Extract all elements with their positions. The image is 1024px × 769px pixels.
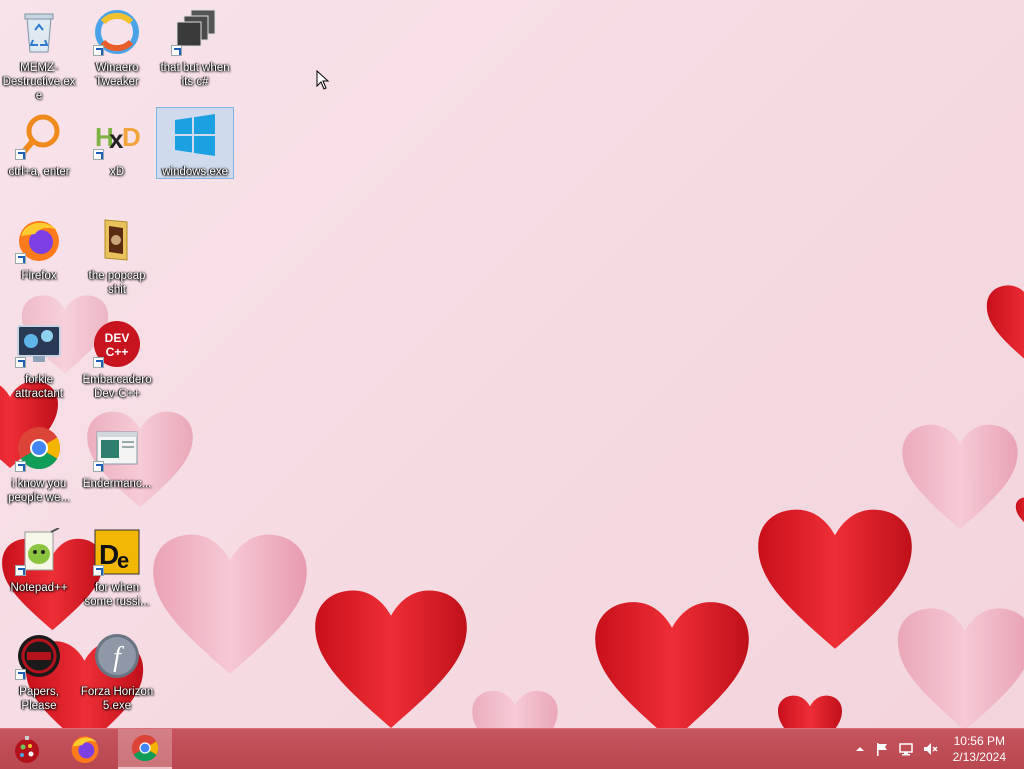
windows-logo-icon xyxy=(171,112,219,160)
desktop-icon-memz[interactable]: MEMZ-Destructive.exe xyxy=(1,4,77,103)
dev-cpp-icon: DEV C++ xyxy=(93,320,141,368)
winaero-tweaker-icon xyxy=(93,8,141,56)
icon-label: ctrl+a, enter xyxy=(8,166,70,178)
chrome-icon xyxy=(131,734,159,762)
ornament-start-icon xyxy=(15,736,39,763)
stacked-windows-icon xyxy=(171,8,219,56)
icon-label: Forza Horizon 5.exe xyxy=(80,686,154,712)
shortcut-arrow-icon xyxy=(93,357,104,368)
recycle-bin-icon xyxy=(15,8,63,56)
icon-label: Papers, Please xyxy=(19,686,59,712)
network-icon[interactable] xyxy=(898,741,914,757)
desktop-icon-firefox[interactable]: Firefox xyxy=(1,212,77,283)
desktop-icon-windows-exe[interactable]: windows.exe xyxy=(156,107,234,179)
clock-time: 10:56 PM xyxy=(953,734,1005,748)
notepad-plus-plus-icon xyxy=(15,527,63,576)
icon-label: windows.exe xyxy=(162,166,228,178)
window-app-icon xyxy=(93,424,141,472)
desktop-icon-popcap[interactable]: the popcap shit xyxy=(79,212,155,297)
start-button[interactable] xyxy=(0,729,54,769)
desktop-icon-winaero-tweaker[interactable]: Winaero Tweaker xyxy=(79,4,155,89)
chevron-up-icon[interactable] xyxy=(852,741,868,757)
desktop[interactable]: MEMZ-Destructive.exe ctrl+a, enter Firef… xyxy=(0,0,1024,728)
computer-settings-icon xyxy=(15,320,63,368)
shortcut-arrow-icon xyxy=(15,461,26,472)
desktop-icon-notepad-plus-plus[interactable]: Notepad++ xyxy=(1,524,77,595)
papers-please-icon xyxy=(15,632,63,680)
taskbar: 10:56 PM 2/13/2024 xyxy=(0,728,1024,769)
firefox-icon xyxy=(71,736,99,763)
icon-label: for when some russi... xyxy=(84,582,150,608)
svg-text:C++: C++ xyxy=(106,345,129,359)
clock-date: 2/13/2024 xyxy=(952,750,1006,764)
svg-text:e: e xyxy=(117,548,129,573)
desktop-icon-that-but-when-its-csharp[interactable]: that but when its c# xyxy=(157,4,233,89)
icon-label: Embarcadero Dev-C++ xyxy=(82,374,152,400)
magnifier-icon xyxy=(15,112,63,160)
shortcut-arrow-icon xyxy=(15,669,26,680)
icon-label: xD xyxy=(109,166,125,178)
flash-icon: f xyxy=(93,632,141,680)
desktop-icon-for-when-some-russi[interactable]: D e for when some russi... xyxy=(79,524,155,609)
desktop-icon-ctrl-a-enter[interactable]: ctrl+a, enter xyxy=(1,108,77,179)
speaker-muted-icon[interactable] xyxy=(922,741,938,757)
shortcut-arrow-icon xyxy=(171,45,182,56)
desktop-icon-chrome-shortcut[interactable]: i know you people we... xyxy=(1,420,77,505)
die-icon: D e xyxy=(93,528,141,576)
desktop-icon-embarcadero-dev-cpp[interactable]: DEV C++ Embarcadero Dev-C++ xyxy=(79,316,155,401)
icon-label: that but when its c# xyxy=(160,62,230,88)
desktop-icon-papers-please[interactable]: Papers, Please xyxy=(1,628,77,713)
desktop-icon-endermanch[interactable]: Endermanc... xyxy=(79,420,155,491)
chrome-icon xyxy=(15,424,63,472)
icon-label: Winaero Tweaker xyxy=(95,62,139,88)
shortcut-arrow-icon xyxy=(15,357,26,368)
shortcut-arrow-icon xyxy=(93,45,104,56)
flag-icon[interactable] xyxy=(874,741,890,757)
hxd-icon: H x D xyxy=(93,112,141,160)
taskbar-chrome-button[interactable] xyxy=(118,729,172,769)
icon-label: Firefox xyxy=(21,270,57,282)
shortcut-arrow-icon xyxy=(15,253,26,264)
svg-text:DEV: DEV xyxy=(105,331,130,345)
svg-text:D: D xyxy=(122,122,141,152)
icon-label: Notepad++ xyxy=(10,582,68,594)
icon-label: i know you people we... xyxy=(7,478,70,504)
shortcut-arrow-icon xyxy=(93,149,104,160)
shortcut-arrow-icon xyxy=(93,461,104,472)
icon-label: the popcap shit xyxy=(88,270,146,296)
icon-label: MEMZ-Destructive.exe xyxy=(2,62,76,102)
taskbar-firefox-button[interactable] xyxy=(58,729,112,769)
shortcut-arrow-icon xyxy=(15,149,26,160)
icon-label: forkie attractant xyxy=(15,374,63,400)
desktop-icon-forza-horizon-5[interactable]: f Forza Horizon 5.exe xyxy=(79,628,155,713)
icon-label: Endermanc... xyxy=(82,478,152,490)
clock[interactable]: 10:56 PM 2/13/2024 xyxy=(953,733,1006,765)
shortcut-arrow-icon xyxy=(93,565,104,576)
shortcut-arrow-icon xyxy=(15,565,26,576)
desktop-icon-forkie[interactable]: forkie attractant xyxy=(1,316,77,401)
firefox-icon xyxy=(15,216,63,264)
desktop-icon-xd[interactable]: H x D xD xyxy=(79,108,155,179)
mouse-cursor-icon xyxy=(316,70,330,90)
system-tray: 10:56 PM 2/13/2024 xyxy=(844,729,1024,769)
folder-icon xyxy=(93,216,141,264)
